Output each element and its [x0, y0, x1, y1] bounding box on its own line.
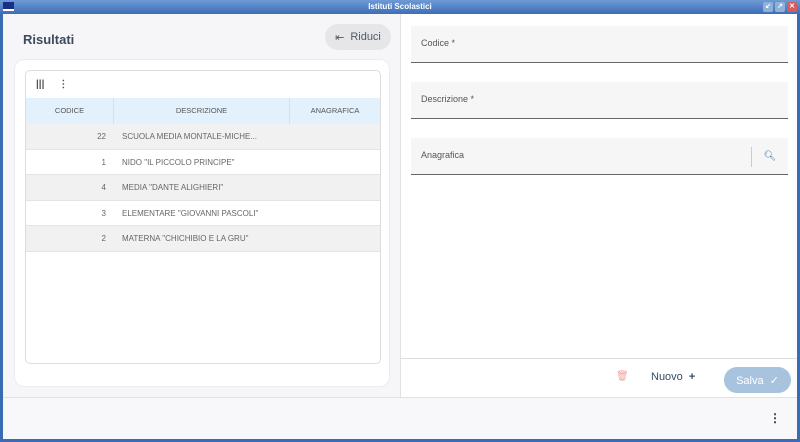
column-header-anagrafica[interactable]: ANAGRAFICA: [290, 98, 380, 124]
table-row[interactable]: 2 MATERNA "CHICHIBIO E LA GRU": [26, 226, 380, 252]
cell-anagrafica: [290, 226, 380, 251]
check-icon: ✓: [769, 374, 779, 387]
table-toolbar: ||| ⋮: [26, 71, 380, 98]
table-row[interactable]: 3 ELEMENTARE "GIOVANNI PASCOLI": [26, 201, 380, 226]
collapse-label: Riduci: [350, 31, 381, 43]
save-label: Salva: [736, 374, 764, 387]
bottom-bar: ⋮: [3, 397, 797, 439]
cell-codice: 4: [101, 183, 106, 192]
column-header-codice[interactable]: CODICE: [26, 98, 114, 124]
new-button[interactable]: Nuovo +: [651, 371, 695, 383]
app-icon: [3, 2, 14, 11]
window-client: Risultati ⇤ Riduci ||| ⋮ CODICE DESCRIZIO…: [3, 14, 797, 439]
results-card: ||| ⋮ CODICE DESCRIZIONE ANAGRAFICA 22 SC…: [14, 59, 390, 387]
minimize-button[interactable]: ↙: [763, 2, 773, 12]
plus-icon: +: [688, 371, 696, 383]
cell-anagrafica: [290, 201, 380, 226]
collapse-button[interactable]: ⇤ Riduci: [325, 24, 391, 50]
results-table: ||| ⋮ CODICE DESCRIZIONE ANAGRAFICA 22 SC…: [25, 70, 381, 364]
anagrafica-field[interactable]: Anagrafica 🔍︎: [411, 138, 788, 175]
anagrafica-label: Anagrafica: [421, 150, 465, 160]
cell-descrizione: ELEMENTARE "GIOVANNI PASCOLI": [122, 208, 259, 218]
window-titlebar: Istituti Scolastici ↙ ↗ ✕: [0, 0, 800, 14]
detail-form: Codice * Descrizione * Anagrafica 🔍︎: [401, 14, 797, 358]
columns-icon[interactable]: |||: [36, 79, 44, 90]
table-row[interactable]: 22 SCUOLA MEDIA MONTALE-MICHE...: [26, 124, 380, 150]
close-button[interactable]: ✕: [787, 2, 797, 12]
descrizione-label: Descrizione *: [421, 94, 475, 104]
search-icon[interactable]: 🔍︎: [751, 147, 788, 167]
table-header: CODICE DESCRIZIONE ANAGRAFICA: [26, 98, 380, 124]
cell-codice: 2: [101, 234, 106, 243]
collapse-icon: ⇤: [335, 31, 345, 44]
table-row[interactable]: 1 NIDO "IL PICCOLO PRINCIPE": [26, 150, 380, 175]
cell-codice: 22: [97, 132, 106, 141]
save-button[interactable]: Salva ✓: [724, 367, 791, 393]
new-label: Nuovo: [651, 371, 683, 383]
more-vert-icon[interactable]: ⋮: [769, 411, 781, 425]
cell-descrizione: SCUOLA MEDIA MONTALE-MICHE...: [122, 132, 257, 141]
cell-descrizione: NIDO "IL PICCOLO PRINCIPE": [122, 157, 235, 167]
delete-icon[interactable]: 🗑︎: [616, 371, 629, 382]
codice-label: Codice *: [421, 38, 456, 48]
cell-anagrafica: [290, 175, 380, 200]
cell-anagrafica: [290, 150, 380, 175]
table-row[interactable]: 4 MEDIA "DANTE ALIGHIERI": [26, 175, 380, 201]
results-title: Risultati: [23, 32, 75, 47]
form-footer: 🗑︎ Nuovo + Salva ✓: [401, 358, 797, 397]
descrizione-field[interactable]: Descrizione *: [411, 82, 788, 119]
cell-anagrafica: [290, 124, 380, 149]
cell-descrizione: MATERNA "CHICHIBIO E LA GRU": [122, 234, 249, 243]
results-panel: Risultati ⇤ Riduci ||| ⋮ CODICE DESCRIZIO…: [3, 14, 401, 397]
maximize-button[interactable]: ↗: [775, 2, 785, 12]
cell-descrizione: MEDIA "DANTE ALIGHIERI": [122, 183, 224, 192]
cell-codice: 3: [101, 208, 106, 218]
cell-codice: 1: [101, 157, 106, 167]
window-title: Istituti Scolastici: [368, 2, 432, 11]
codice-field[interactable]: Codice *: [411, 26, 788, 63]
more-vert-icon[interactable]: ⋮: [58, 79, 68, 90]
column-header-descrizione[interactable]: DESCRIZIONE: [114, 98, 290, 124]
